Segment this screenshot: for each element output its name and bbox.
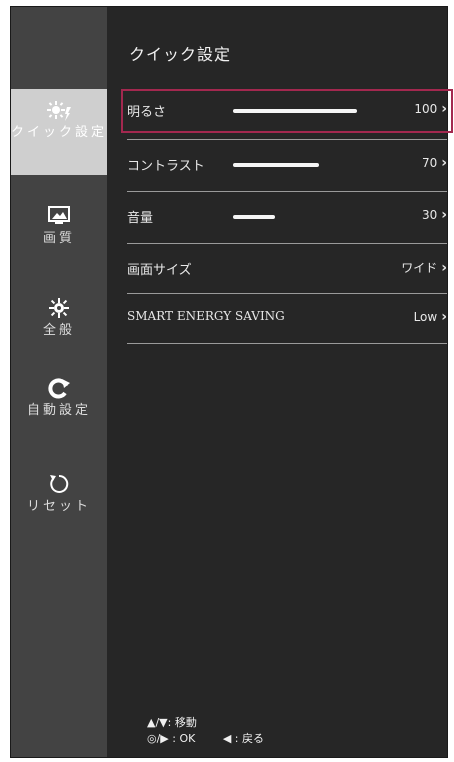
brightness-gear-icon: [47, 99, 71, 121]
setting-value: Low ›: [413, 309, 447, 325]
setting-row-contrast[interactable]: コントラスト 70 ›: [127, 143, 447, 187]
picture-monitor-icon: [47, 205, 71, 227]
setting-label: 画面サイズ: [127, 263, 192, 278]
volume-level-bar[interactable]: [233, 215, 275, 219]
chevron-right-icon: ›: [441, 207, 447, 223]
reset-icon: [47, 473, 71, 495]
sidebar-item-general[interactable]: 全般: [11, 297, 107, 338]
setting-row-smart-energy-saving[interactable]: SMART ENERGY SAVING Low ›: [127, 297, 447, 341]
setting-row-screen-size[interactable]: 画面サイズ ワイド ›: [127, 247, 447, 291]
setting-label: SMART ENERGY SAVING: [127, 309, 285, 323]
sidebar-item-label: 画質: [42, 231, 75, 246]
divider: [127, 293, 447, 294]
auto-setting-icon: [47, 377, 71, 399]
sidebar-item-label: 自動設定: [26, 403, 91, 418]
contrast-level-bar[interactable]: [233, 163, 319, 167]
setting-value: ワイド ›: [401, 260, 447, 276]
brightness-level-bar[interactable]: [233, 109, 357, 113]
setting-row-brightness[interactable]: 明るさ 100 ›: [127, 89, 447, 133]
setting-label: コントラスト: [127, 159, 205, 174]
setting-row-volume[interactable]: 音量 30 ›: [127, 195, 447, 239]
divider: [127, 243, 447, 244]
setting-label: 音量: [127, 211, 154, 226]
sidebar-item-picture[interactable]: 画質: [11, 205, 107, 246]
divider: [127, 139, 447, 140]
sidebar-item-label: リセット: [26, 499, 91, 514]
setting-label: 明るさ: [127, 105, 167, 120]
sidebar-item-label: 全般: [42, 323, 75, 338]
sidebar: クイック設定 画質 全般 自動設定 リセット: [11, 7, 107, 757]
chevron-right-icon: ›: [441, 101, 447, 117]
divider: [127, 343, 447, 344]
move-hint: ▲/▼: 移動: [147, 716, 197, 729]
osd-menu: クイック設定 画質 全般 自動設定 リセット クイック設定 明るさ 100 › …: [10, 6, 453, 758]
sidebar-item-label: クイック設定: [11, 125, 108, 140]
back-hint: ◀ : 戻る: [222, 732, 265, 745]
setting-value: 70 ›: [421, 155, 447, 171]
chevron-right-icon: ›: [441, 260, 447, 276]
divider: [127, 191, 447, 192]
sidebar-item-quick-settings[interactable]: クイック設定: [11, 89, 107, 175]
settings-panel: クイック設定 明るさ 100 › コントラスト 70 › 音量 30 › 画面サイズ …: [107, 7, 453, 757]
chevron-right-icon: ›: [441, 309, 447, 325]
sidebar-item-reset[interactable]: リセット: [11, 473, 107, 514]
page-title: クイック設定: [129, 45, 232, 64]
setting-value: 100 ›: [414, 101, 447, 117]
sidebar-item-auto-setting[interactable]: 自動設定: [11, 377, 107, 418]
gear-icon: [47, 297, 71, 319]
key-guide: ▲/▼: 移動 ◎/▶ : OK ◀ : 戻る: [147, 715, 264, 747]
ok-hint: ◎/▶ : OK: [147, 732, 196, 745]
setting-value: 30 ›: [421, 207, 447, 223]
chevron-right-icon: ›: [441, 155, 447, 171]
